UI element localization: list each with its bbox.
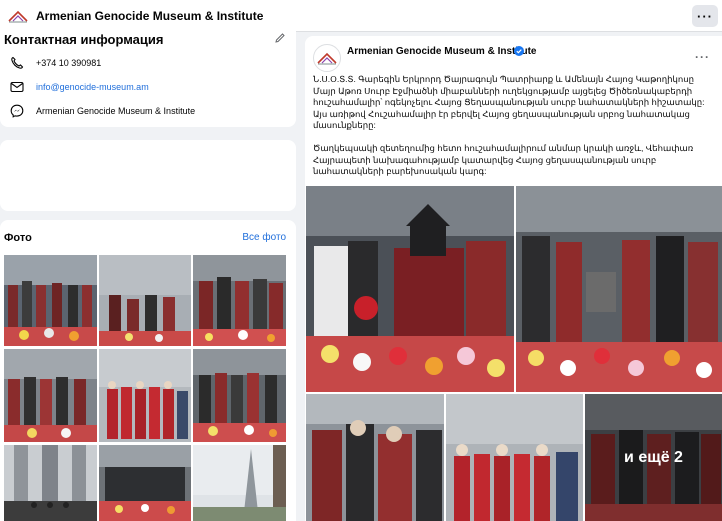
post-text-paragraph-1: Ն.Ս.Օ.Տ.Տ. Գարեգին Երկրորդ Ծայրագույն Պա…: [313, 74, 705, 130]
photo-thumbnail[interactable]: [99, 349, 191, 442]
photo-thumbnail[interactable]: [4, 349, 97, 442]
contact-phone: +374 10 390981: [36, 58, 102, 68]
more-photos-count: и ещё 2: [624, 448, 683, 466]
post-photo[interactable]: [446, 394, 583, 521]
museum-logo-icon: [8, 10, 28, 22]
photo-thumbnail[interactable]: [193, 349, 286, 442]
pencil-icon[interactable]: [274, 32, 286, 44]
envelope-icon: [8, 79, 26, 95]
verified-badge-icon: [514, 46, 524, 56]
blank-card: [0, 140, 296, 211]
museum-logo-icon: [317, 52, 337, 65]
phone-icon: [8, 55, 26, 71]
see-all-photos-link[interactable]: Все фото: [242, 232, 286, 243]
contact-phone-row: +374 10 390981: [0, 53, 101, 73]
contact-email-row: info@genocide-museum.am: [0, 77, 149, 97]
photos-title: Фото: [4, 232, 32, 244]
photo-thumbnail[interactable]: [193, 255, 286, 346]
header-more-button[interactable]: ···: [692, 5, 718, 27]
post-more-button[interactable]: ···: [695, 50, 710, 64]
post-author-avatar[interactable]: [313, 44, 341, 72]
more-photos-overlay[interactable]: и ещё 2: [585, 394, 722, 521]
photo-thumbnail[interactable]: [99, 445, 191, 521]
contact-info-title: Контактная информация: [4, 32, 164, 47]
photo-thumbnail[interactable]: [4, 255, 97, 346]
contact-info-card: Контактная информация +374 10 390981 inf…: [0, 24, 296, 127]
messenger-icon: [8, 103, 26, 119]
contact-email-link[interactable]: info@genocide-museum.am: [36, 82, 149, 92]
post-photo[interactable]: [306, 186, 514, 392]
photo-thumbnail[interactable]: [4, 445, 97, 521]
photo-thumbnail[interactable]: [99, 255, 191, 346]
contact-messenger-row: Armenian Genocide Museum & Institute: [0, 101, 195, 121]
photo-thumbnail[interactable]: [193, 445, 286, 521]
page-title[interactable]: Armenian Genocide Museum & Institute: [36, 9, 263, 23]
post-photo[interactable]: [306, 394, 444, 521]
post-text-paragraph-2: Ծաղկեպսակի զետեղումից հետո հուշահամալիրո…: [313, 143, 694, 176]
contact-messenger-link[interactable]: Armenian Genocide Museum & Institute: [36, 106, 195, 116]
post-author-name[interactable]: Armenian Genocide Museum & Institute: [347, 46, 536, 57]
post-photo[interactable]: [516, 186, 722, 392]
